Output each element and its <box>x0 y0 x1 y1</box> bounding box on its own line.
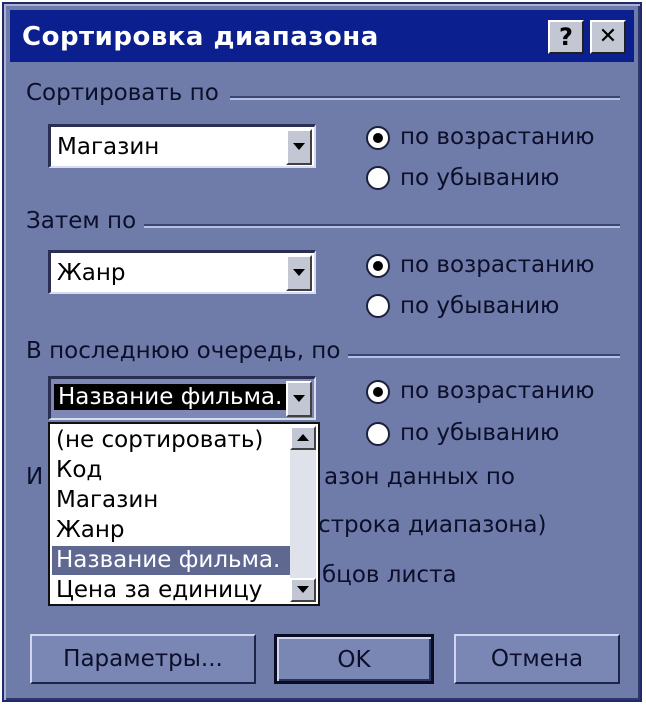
last-by-dropdown-list[interactable]: (не сортировать) Код Магазин Жанр Назван… <box>48 422 320 606</box>
dropdown-scrollbar[interactable] <box>290 426 316 602</box>
help-button[interactable]: ? <box>548 20 584 54</box>
then-by-asc-label: по возрастанию <box>400 252 595 278</box>
range-option2-tail: бцов листа <box>322 562 457 588</box>
chevron-down-icon <box>293 395 305 402</box>
then-by-asc-radio[interactable] <box>366 254 390 278</box>
range-label-tail: азон данных по <box>324 464 516 490</box>
cancel-button[interactable]: Отмена <box>454 634 620 684</box>
list-item[interactable]: Цена за единицу <box>52 576 292 605</box>
last-by-desc-radio[interactable] <box>366 422 390 446</box>
sort-by-asc-radio[interactable] <box>366 126 390 150</box>
radio-dot <box>373 133 383 143</box>
scroll-up-button[interactable] <box>290 426 316 450</box>
then-by-desc-radio[interactable] <box>366 294 390 318</box>
chevron-down-icon <box>297 586 309 593</box>
close-button[interactable]: ✕ <box>590 20 626 54</box>
parameters-button[interactable]: Параметры... <box>30 634 256 684</box>
range-option1-tail: строка диапазона) <box>318 512 547 538</box>
sort-by-label: Сортировать по <box>26 80 219 106</box>
divider <box>230 96 620 100</box>
then-by-combo[interactable]: Жанр <box>48 250 316 294</box>
sort-by-combo[interactable]: Магазин <box>48 124 316 168</box>
sort-by-desc-radio[interactable] <box>366 166 390 190</box>
last-by-desc-label: по убыванию <box>400 420 560 446</box>
list-item-highlighted[interactable]: Название фильма. <box>52 546 292 575</box>
radio-dot <box>373 261 383 271</box>
then-by-value: Жанр <box>57 260 126 286</box>
last-by-combo[interactable]: Название фильма. <box>48 376 316 420</box>
list-item[interactable]: Код <box>52 456 292 485</box>
list-item[interactable]: Жанр <box>52 516 292 545</box>
title-bar: Сортировка диапазона ? ✕ <box>10 10 634 62</box>
radio-dot <box>373 387 383 397</box>
scroll-down-button[interactable] <box>290 578 316 602</box>
then-by-dropdown-button[interactable] <box>286 255 312 291</box>
then-by-desc-label: по убыванию <box>400 293 560 319</box>
last-by-asc-radio[interactable] <box>366 380 390 404</box>
chevron-down-icon <box>293 269 305 276</box>
sort-by-asc-label: по возрастанию <box>400 124 595 150</box>
divider <box>348 354 620 358</box>
chevron-down-icon <box>293 143 305 150</box>
sort-by-desc-label: по убыванию <box>400 165 560 191</box>
dialog-title: Сортировка диапазона <box>22 22 379 52</box>
last-by-value: Название фильма. <box>54 384 287 410</box>
last-by-label: В последнюю очередь, по <box>26 338 341 364</box>
ok-button[interactable]: OK <box>274 634 434 684</box>
list-item[interactable]: Магазин <box>52 486 292 515</box>
range-label-prefix: И <box>26 464 44 490</box>
sort-by-value: Магазин <box>57 134 160 160</box>
divider <box>144 224 620 228</box>
sort-by-dropdown-button[interactable] <box>286 129 312 165</box>
chevron-up-icon <box>297 434 309 441</box>
list-item[interactable]: (не сортировать) <box>52 426 292 455</box>
sort-range-dialog: Сортировка диапазона ? ✕ Сортировать по … <box>2 2 642 702</box>
then-by-label: Затем по <box>26 208 137 234</box>
last-by-dropdown-button[interactable] <box>286 381 312 417</box>
last-by-asc-label: по возрастанию <box>400 378 595 404</box>
